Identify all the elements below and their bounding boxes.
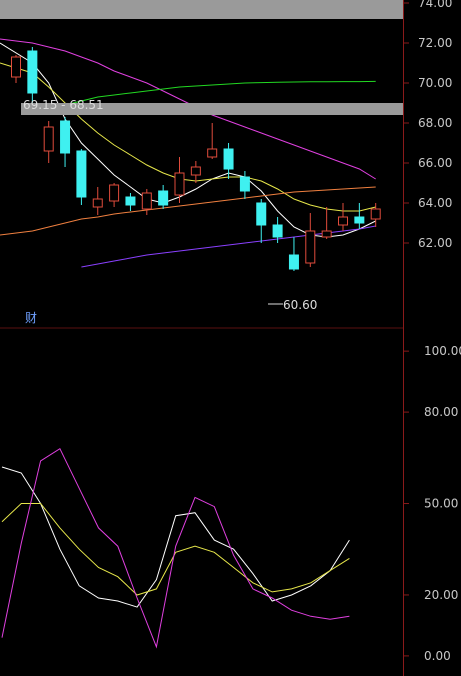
candle-body-14 [223,148,234,170]
range-annotation: 69.15 - 68.51 [23,98,104,112]
candle-body-12 [190,166,201,176]
candle-body-18 [288,254,299,270]
candle-body-21 [338,216,348,226]
kdj-tick-label: 50.00 [424,497,458,511]
candle-body-5 [76,150,87,198]
price-tick-label: 68.00 [418,116,452,130]
candle-body-7 [109,184,120,202]
candle-body-17 [272,224,283,238]
candle-body-11 [174,172,185,196]
low-price-annotation: 60.60 [283,298,317,312]
kdj-tick-label: 20.00 [424,588,458,602]
candle-body-6 [92,198,103,208]
candle-body-1 [11,56,21,78]
finance-event-marker: 财 [25,311,37,325]
candle-body-3 [43,126,54,152]
candle-body-20 [321,230,332,238]
price-tick-label: 74.00 [418,0,452,10]
candle-body-10 [158,190,169,206]
price-banner-1 [0,0,403,19]
price-tick-label: 62.00 [418,236,452,250]
stock-chart: 69.15 - 68.51 60.60 财 62.00 64.00 66.00 68.… [0,0,461,676]
candle-body-2 [27,50,38,94]
price-tick-label: 70.00 [418,76,452,90]
candle-body-8 [125,196,136,206]
price-tick-label: 64.00 [418,196,452,210]
candle-body-19 [305,230,316,264]
price-tick-label: 72.00 [418,36,452,50]
kdj-tick-label: 80.00 [424,405,458,419]
candle-body-4 [60,120,71,154]
candle-body-15 [239,176,250,192]
candle-body-13 [207,148,218,158]
kdj-tick-label: 0.00 [424,649,451,663]
candle-body-23 [370,208,381,220]
candle-body-22 [354,216,365,224]
candle-body-16 [256,202,267,226]
candle-body-9 [141,192,152,210]
price-tick-label: 66.00 [418,156,452,170]
kdj-tick-label: 100.00 [424,344,461,358]
